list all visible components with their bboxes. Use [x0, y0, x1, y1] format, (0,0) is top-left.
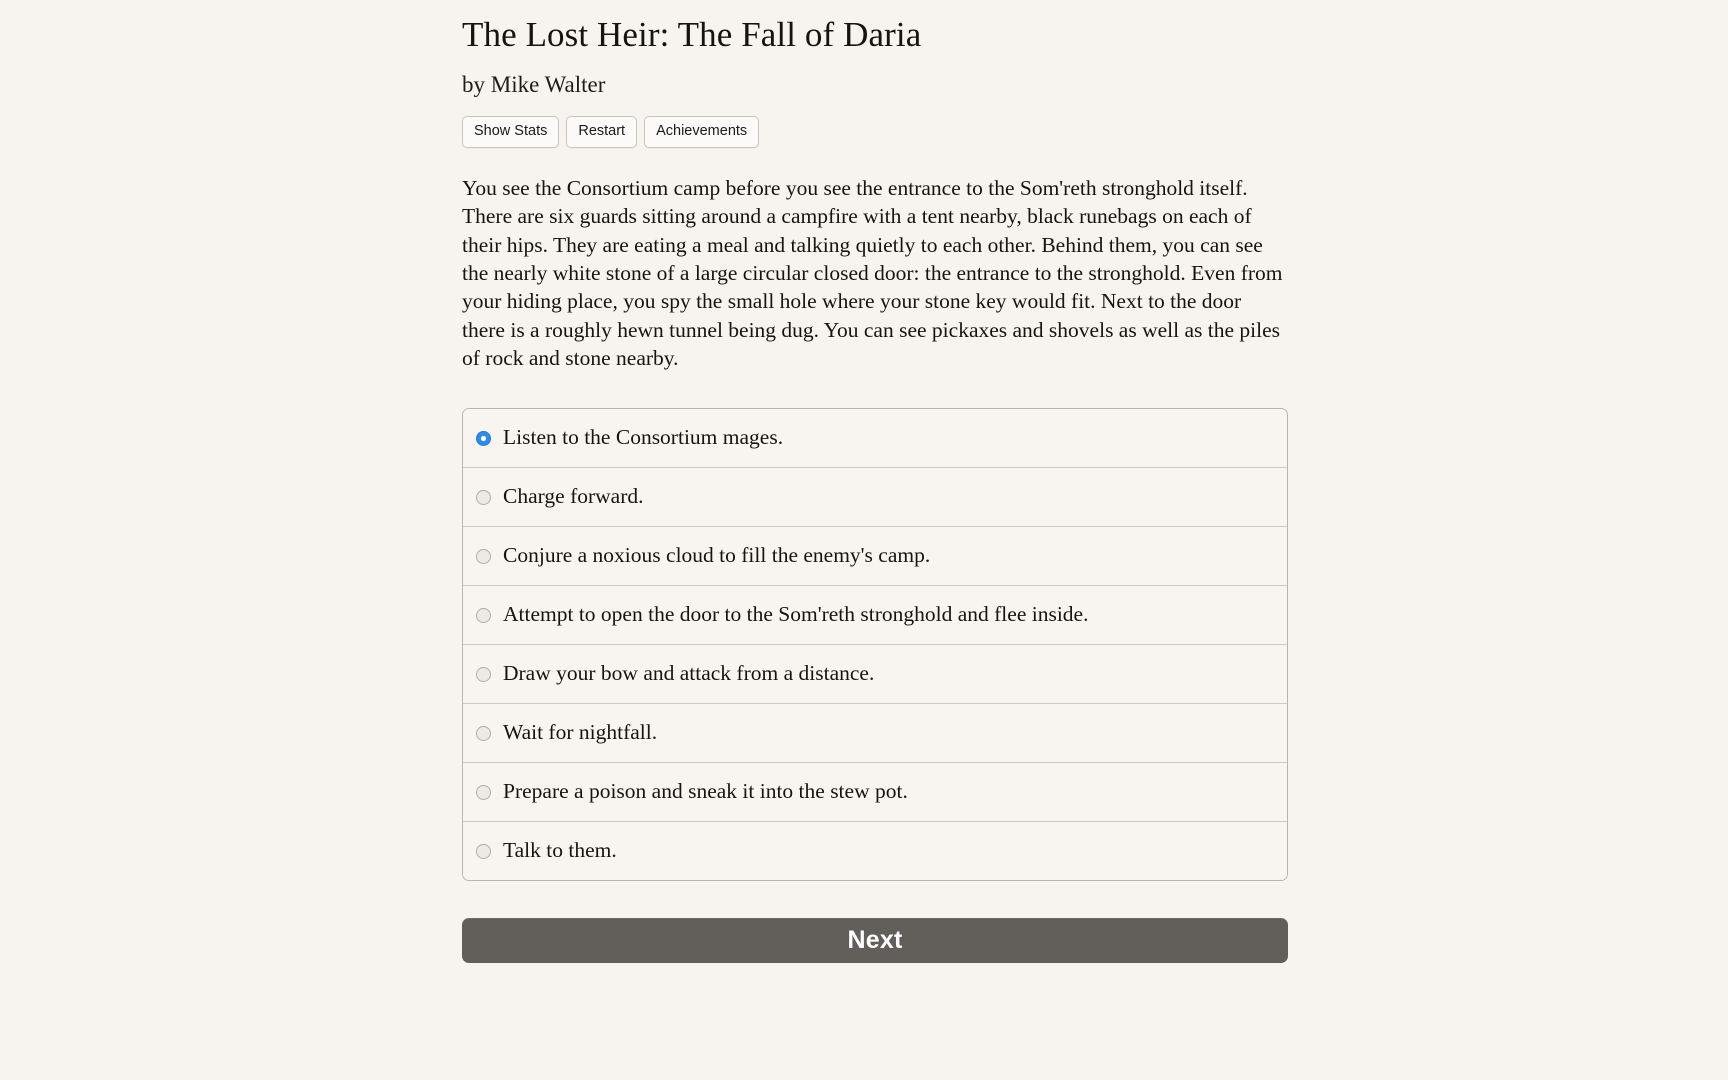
choice-option-3[interactable]: Conjure a noxious cloud to fill the enem…: [463, 527, 1287, 587]
choice-label: Talk to them.: [503, 838, 617, 863]
radio-icon[interactable]: [476, 725, 491, 741]
choice-label: Attempt to open the door to the Som'reth…: [503, 602, 1089, 627]
choice-label: Listen to the Consortium mages.: [503, 425, 784, 450]
choice-label: Charge forward.: [503, 484, 644, 509]
choice-label: Draw your bow and attack from a distance…: [503, 661, 875, 686]
radio-icon[interactable]: [476, 666, 491, 682]
choice-option-7[interactable]: Prepare a poison and sneak it into the s…: [463, 763, 1287, 823]
game-menu-bar: Show Stats Restart Achievements: [462, 116, 1288, 148]
show-stats-button[interactable]: Show Stats: [462, 116, 560, 148]
radio-icon[interactable]: [476, 843, 491, 859]
content-column: The Lost Heir: The Fall of Daria by Mike…: [462, 0, 1288, 964]
choice-label: Conjure a noxious cloud to fill the enem…: [503, 543, 931, 568]
radio-icon[interactable]: [476, 489, 491, 505]
choice-option-6[interactable]: Wait for nightfall.: [463, 704, 1287, 764]
choice-option-1[interactable]: Listen to the Consortium mages.: [463, 409, 1287, 469]
page-title: The Lost Heir: The Fall of Daria: [462, 15, 922, 54]
story-text: You see the Consortium camp before you s…: [462, 175, 1283, 370]
radio-icon[interactable]: [476, 784, 491, 800]
achievements-button[interactable]: Achievements: [644, 116, 760, 148]
restart-button[interactable]: Restart: [566, 116, 638, 148]
choice-label: Wait for nightfall.: [503, 720, 658, 745]
choice-option-4[interactable]: Attempt to open the door to the Som'reth…: [463, 586, 1287, 646]
choice-option-8[interactable]: Talk to them.: [463, 822, 1287, 881]
radio-icon-selected[interactable]: [476, 430, 491, 446]
game-page: The Lost Heir: The Fall of Daria by Mike…: [0, 0, 1728, 1080]
choice-option-5[interactable]: Draw your bow and attack from a distance…: [463, 645, 1287, 705]
next-button[interactable]: Next: [462, 918, 1288, 964]
choice-label: Prepare a poison and sneak it into the s…: [503, 779, 908, 804]
choice-option-2[interactable]: Charge forward.: [463, 468, 1287, 528]
radio-icon[interactable]: [476, 607, 491, 623]
radio-icon[interactable]: [476, 548, 491, 564]
choice-list: Listen to the Consortium mages. Charge f…: [462, 408, 1288, 882]
author-byline: by Mike Walter: [462, 72, 606, 98]
